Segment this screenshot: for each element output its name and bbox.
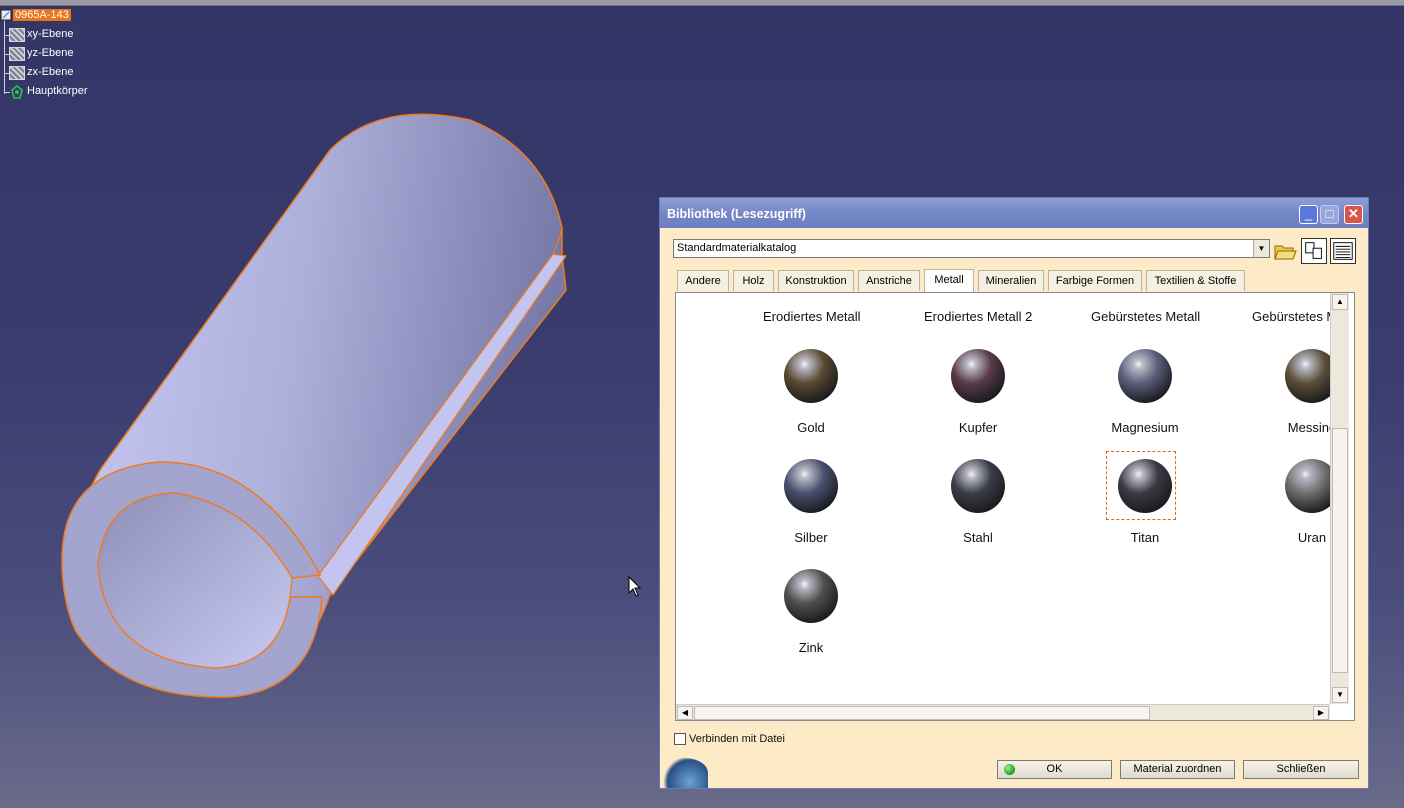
ok-button-label: OK (1046, 763, 1063, 775)
scroll-thumb[interactable] (694, 706, 1150, 720)
close-icon[interactable]: ✕ (1344, 205, 1363, 224)
maximize-button[interactable]: □ (1320, 205, 1339, 224)
assign-material-button[interactable]: Material zuordnen (1120, 760, 1235, 779)
tab-mineralien[interactable]: Mineralien (978, 270, 1044, 291)
globe-icon (662, 758, 708, 788)
material-sphere-icon (784, 569, 838, 623)
material-label: Zink (798, 640, 824, 655)
catalog-dropdown-value: Standardmaterialkatalog (677, 242, 797, 254)
material-sphere-icon (951, 349, 1005, 403)
material-label: Titan (1130, 530, 1160, 545)
scroll-up-icon[interactable]: ▲ (1332, 294, 1348, 310)
plane-icon (9, 47, 25, 61)
part-3d-model[interactable] (55, 110, 575, 710)
plane-icon (9, 66, 25, 80)
scroll-down-icon[interactable]: ▼ (1332, 687, 1348, 703)
list-view-icon[interactable] (1330, 238, 1356, 264)
body-icon (11, 85, 23, 99)
tree-item-label: yz-Ebene (27, 47, 74, 59)
ok-status-icon (1004, 764, 1015, 775)
part-icon (0, 9, 12, 21)
tab-holz[interactable]: Holz (733, 270, 774, 291)
column-header: Gebürstetes M (1252, 309, 1338, 324)
scroll-right-icon[interactable]: ▶ (1313, 706, 1329, 720)
tree-root-label: 0965A-143 (13, 9, 71, 21)
material-label: Silber (794, 530, 828, 545)
library-dialog: Bibliothek (Lesezugriff) _ □ ✕ Standardm… (659, 197, 1369, 789)
material-label: Gold (797, 420, 825, 435)
ok-button[interactable]: OK (997, 760, 1112, 779)
close-button[interactable]: Schließen (1243, 760, 1359, 779)
mouse-pointer-icon (628, 576, 642, 597)
material-sphere-icon (784, 459, 838, 513)
tab-anstriche[interactable]: Anstriche (858, 270, 920, 291)
scroll-thumb[interactable] (1332, 428, 1348, 673)
open-folder-icon[interactable] (1272, 238, 1298, 264)
horizontal-scrollbar[interactable]: ◀ ▶ (676, 704, 1330, 720)
column-header: Erodiertes Metall (763, 309, 861, 324)
tab-farbige-formen[interactable]: Farbige Formen (1048, 270, 1142, 291)
tab-andere[interactable]: Andere (677, 270, 729, 291)
material-label: Kupfer (958, 420, 998, 435)
vertical-scrollbar[interactable]: ▲ ▼ (1330, 293, 1349, 704)
plane-icon (9, 28, 25, 42)
material-label: Stahl (963, 530, 993, 545)
tree-item-label: Hauptkörper (27, 85, 88, 97)
material-grid: Erodiertes Metall Erodiertes Metall 2 Ge… (675, 292, 1355, 721)
dialog-title: Bibliothek (Lesezugriff) (667, 207, 806, 221)
material-label: Magnesium (1111, 420, 1179, 435)
tab-textilien[interactable]: Textilien & Stoffe (1146, 270, 1245, 291)
tab-metall[interactable]: Metall (924, 269, 974, 292)
scroll-left-icon[interactable]: ◀ (677, 706, 693, 720)
column-header: Erodiertes Metall 2 (924, 309, 1033, 324)
tab-konstruktion[interactable]: Konstruktion (778, 270, 854, 291)
tree-connector (4, 18, 5, 94)
catalog-dropdown[interactable]: Standardmaterialkatalog ▼ (673, 239, 1270, 258)
window-top-border (0, 0, 1404, 6)
material-sphere-icon (951, 459, 1005, 513)
link-file-checkbox[interactable] (674, 733, 686, 745)
column-header: Gebürstetes Metall (1091, 309, 1201, 324)
material-sphere-icon (1118, 349, 1172, 403)
tree-item-label: zx-Ebene (27, 66, 74, 78)
chevron-down-icon[interactable]: ▼ (1253, 240, 1269, 257)
material-sphere-icon (1118, 459, 1172, 513)
minimize-button[interactable]: _ (1299, 205, 1318, 224)
link-file-label: Verbinden mit Datei (689, 733, 785, 745)
tree-item-label: xy-Ebene (27, 28, 74, 40)
dialog-title-bar[interactable]: Bibliothek (Lesezugriff) _ □ ✕ (660, 198, 1368, 228)
icon-view-icon[interactable] (1301, 238, 1327, 264)
material-sphere-icon (784, 349, 838, 403)
